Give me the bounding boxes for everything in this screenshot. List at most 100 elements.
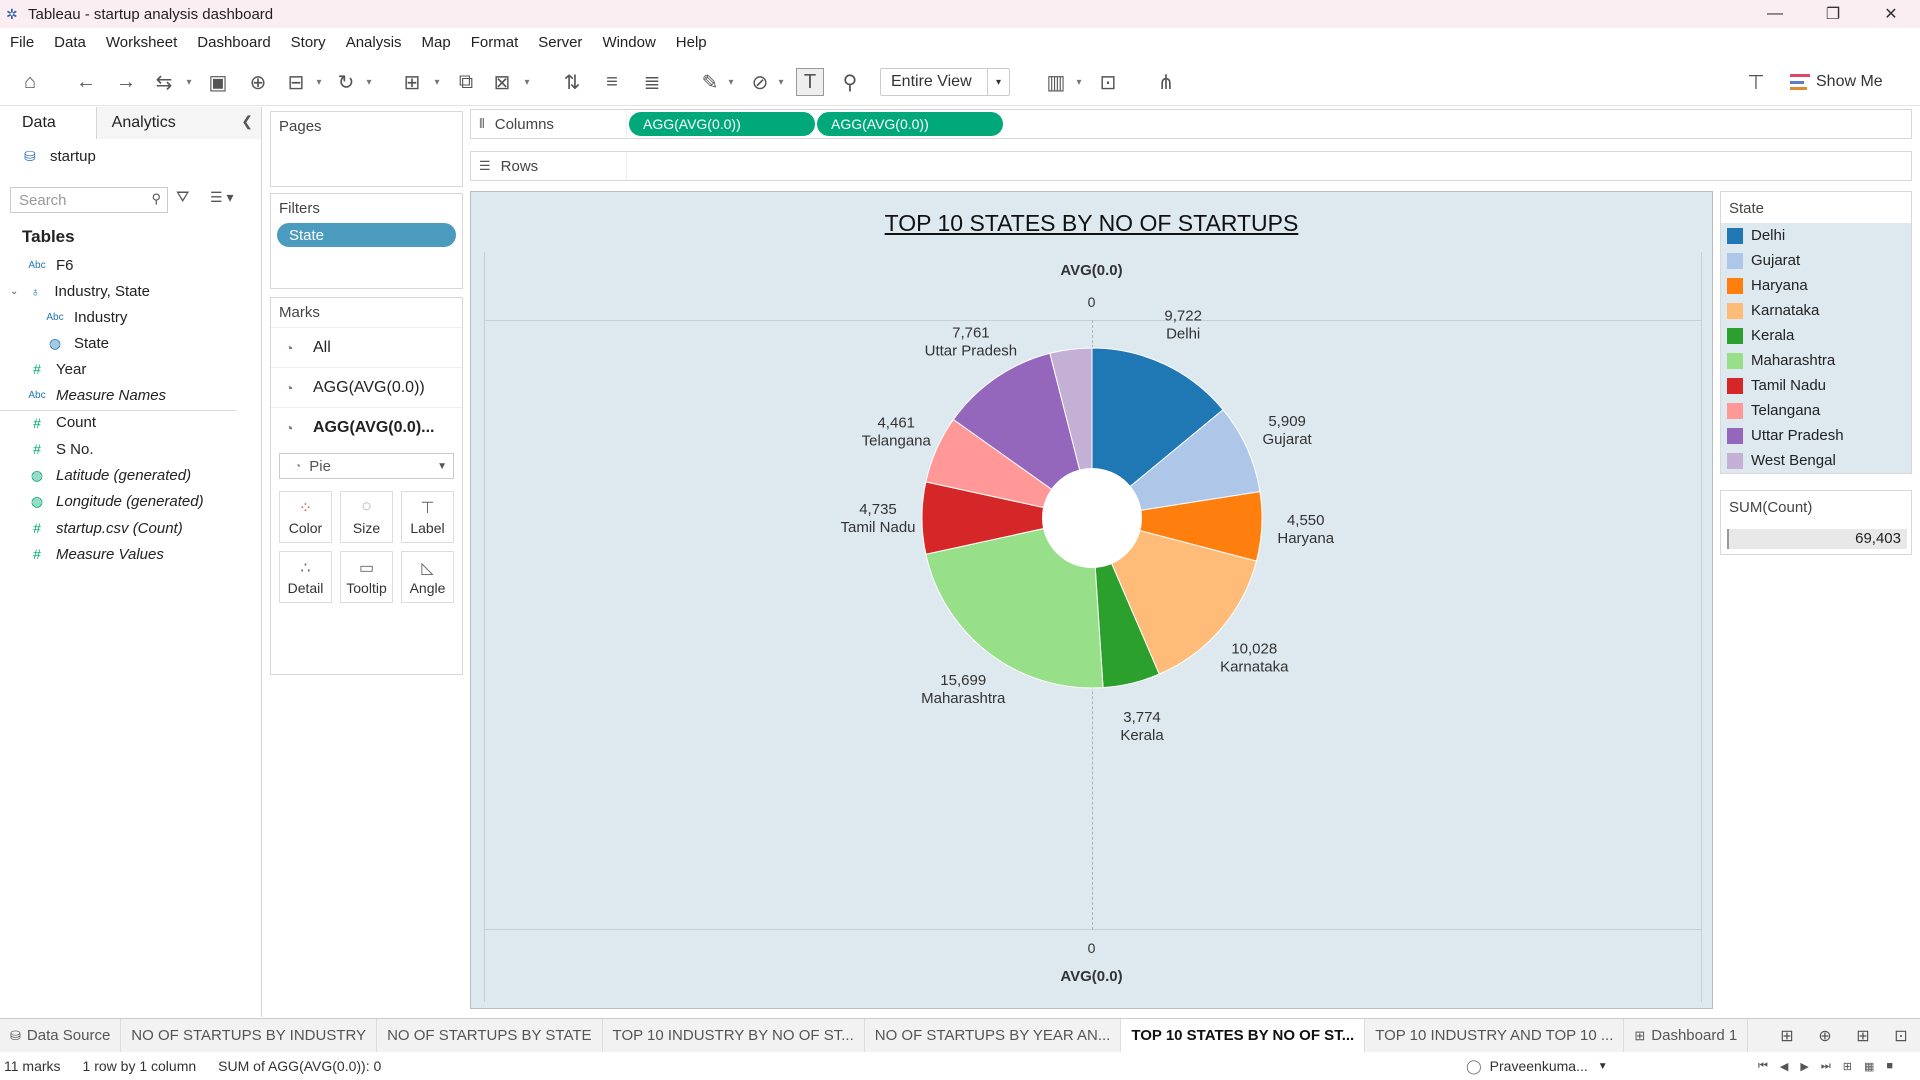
size-button[interactable]: ◌ Size [340,491,393,543]
new-worksheet-icon[interactable]: ⊞ [398,68,426,96]
replay-icon[interactable]: ⇆ [150,68,178,96]
tab-sheet-active[interactable]: TOP 10 STATES BY NO OF ST... [1121,1018,1366,1053]
menu-worksheet[interactable]: Worksheet [96,34,187,51]
group-caret-icon[interactable]: ▾ [776,68,786,96]
tab-sheet[interactable]: NO OF STARTUPS BY YEAR AN... [865,1018,1122,1053]
tabs-view-icon[interactable]: ■ [1886,1060,1893,1072]
marks-row-agg-1[interactable]: ◔ AGG(AVG(0.0)) [271,367,462,407]
group-members-icon[interactable]: ⊘ [746,68,774,96]
field-measure-values[interactable]: # Measure Values [0,542,260,566]
refresh-icon[interactable]: ↻ [332,68,360,96]
tab-sheet[interactable]: TOP 10 INDUSTRY AND TOP 10 ... [1365,1018,1625,1053]
restore-button[interactable]: ❐ [1804,0,1862,28]
marks-row-agg-2[interactable]: ◔ AGG(AVG(0.0)... [271,407,462,447]
menu-analysis[interactable]: Analysis [336,34,412,51]
legend-item[interactable]: Kerala [1721,323,1911,348]
tab-sheet[interactable]: NO OF STARTUPS BY STATE [377,1018,603,1053]
field-latitude[interactable]: ◍ Latitude (generated) [0,463,260,487]
filmstrip-view-icon[interactable]: ▦ [1864,1060,1874,1073]
marks-row-all[interactable]: ◔ All [271,327,462,367]
mark-type-select[interactable]: ◔ Pie ▼ [279,453,454,479]
field-f6[interactable]: Abc F6 [0,253,260,277]
presentation-mode-icon[interactable]: ⊡ [1094,68,1122,96]
filters-card[interactable]: Filters State [270,193,463,289]
show-sheet-sorter-icon[interactable]: ⊞ [1768,1026,1806,1046]
new-datasource-icon[interactable]: ⊕ [244,68,272,96]
menu-format[interactable]: Format [461,34,529,51]
refresh-caret-icon[interactable]: ▾ [364,68,374,96]
collapse-pane-icon[interactable]: ❮ [241,113,253,130]
menu-map[interactable]: Map [412,34,461,51]
field-industry-state[interactable]: ⌄ ♁ Industry, State [0,279,260,303]
field-startup-count[interactable]: # startup.csv (Count) [0,516,260,540]
legend-item[interactable]: West Bengal [1721,448,1911,473]
legend-item[interactable]: Karnataka [1721,298,1911,323]
clear-caret-icon[interactable]: ▾ [522,68,532,96]
field-year[interactable]: # Year [0,357,260,381]
columns-shelf[interactable]: ⦀ Columns AGG(AVG(0.0)) AGG(AVG(0.0)) [470,109,1912,139]
show-cards-caret-icon[interactable]: ▾ [1074,68,1084,96]
new-dashboard-tab-icon[interactable]: ⊞ [1844,1026,1882,1046]
field-measure-names[interactable]: Abc Measure Names [0,383,260,407]
grid-view-icon[interactable]: ⊞ [1843,1060,1852,1073]
field-s-no[interactable]: # S No. [0,437,260,461]
first-sheet-icon[interactable]: ⏮ [1758,1060,1768,1073]
tooltip-button[interactable]: ▭ Tooltip [340,551,393,603]
field-longitude[interactable]: ◍ Longitude (generated) [0,489,260,513]
show-cards-icon[interactable]: ▥ [1042,68,1070,96]
highlight-caret-icon[interactable]: ▾ [726,68,736,96]
new-sheet-caret-icon[interactable]: ▾ [432,68,442,96]
show-me-button[interactable]: Show Me [1790,68,1883,96]
legend-item[interactable]: Delhi [1721,223,1911,248]
legend-item[interactable]: Tamil Nadu [1721,373,1911,398]
redo-icon[interactable]: → [112,68,140,96]
filter-pill-state[interactable]: State [277,223,456,247]
swap-axes-icon[interactable]: ⇅ [558,68,586,96]
legend-item[interactable]: Uttar Pradesh [1721,423,1911,448]
share-icon[interactable]: ⋔ [1152,68,1180,96]
search-input[interactable]: Search ⚲ [10,187,168,213]
new-worksheet-tab-icon[interactable]: ⊕ [1806,1026,1844,1046]
pause-updates-icon[interactable]: ⊟ [282,68,310,96]
user-menu[interactable]: ◯ Praveenkuma... ▼ [1466,1054,1608,1078]
column-pill-1[interactable]: AGG(AVG(0.0)) [629,112,815,136]
legend-item[interactable]: Telangana [1721,398,1911,423]
tab-analytics[interactable]: Analytics [96,107,261,139]
last-sheet-icon[interactable]: ⏭ [1821,1060,1831,1073]
tab-sheet[interactable]: NO OF STARTUPS BY INDUSTRY [121,1018,378,1053]
legend-item[interactable]: Maharashtra [1721,348,1911,373]
pin-icon[interactable]: ⊤ [1742,68,1770,96]
menu-data[interactable]: Data [44,34,96,51]
field-industry[interactable]: Abc Industry [0,305,260,329]
tab-sheet[interactable]: TOP 10 INDUSTRY BY NO OF ST... [603,1018,865,1053]
view-options-icon[interactable]: ☰ ▾ [210,189,233,206]
tab-data-source[interactable]: ⛁ Data Source [0,1018,122,1053]
fit-select[interactable]: Entire View ▾ [880,68,1010,96]
tab-dashboard[interactable]: ⊞ Dashboard 1 [1624,1018,1749,1053]
expand-chevron-icon[interactable]: ⌄ [10,286,18,297]
undo-icon[interactable]: ← [72,68,100,96]
prev-sheet-icon[interactable]: ◀ [1780,1060,1788,1073]
label-button[interactable]: ⊤ Label [401,491,454,543]
angle-button[interactable]: ◺ Angle [401,551,454,603]
color-button[interactable]: ⁘ Color [279,491,332,543]
duplicate-sheet-icon[interactable]: ⧉ [452,68,480,96]
column-pill-2[interactable]: AGG(AVG(0.0)) [817,112,1003,136]
minimize-button[interactable]: — [1746,0,1804,28]
tab-data[interactable]: Data [0,107,97,139]
save-icon[interactable]: ▣ [204,68,232,96]
show-mark-labels-icon[interactable]: T [796,68,824,96]
highlight-icon[interactable]: ✎ [696,68,724,96]
menu-story[interactable]: Story [281,34,336,51]
close-button[interactable]: ✕ [1862,0,1920,28]
legend-item[interactable]: Haryana [1721,273,1911,298]
legend-item[interactable]: Gujarat [1721,248,1911,273]
menu-server[interactable]: Server [528,34,592,51]
pages-card[interactable]: Pages [270,111,463,187]
pause-caret-icon[interactable]: ▾ [314,68,324,96]
replay-caret-icon[interactable]: ▾ [184,68,194,96]
home-icon[interactable]: ⌂ [16,68,44,96]
field-state[interactable]: ◍ State [0,331,260,355]
rows-shelf[interactable]: ☰ Rows [470,151,1912,181]
sort-ascending-icon[interactable]: ≡ [598,68,626,96]
